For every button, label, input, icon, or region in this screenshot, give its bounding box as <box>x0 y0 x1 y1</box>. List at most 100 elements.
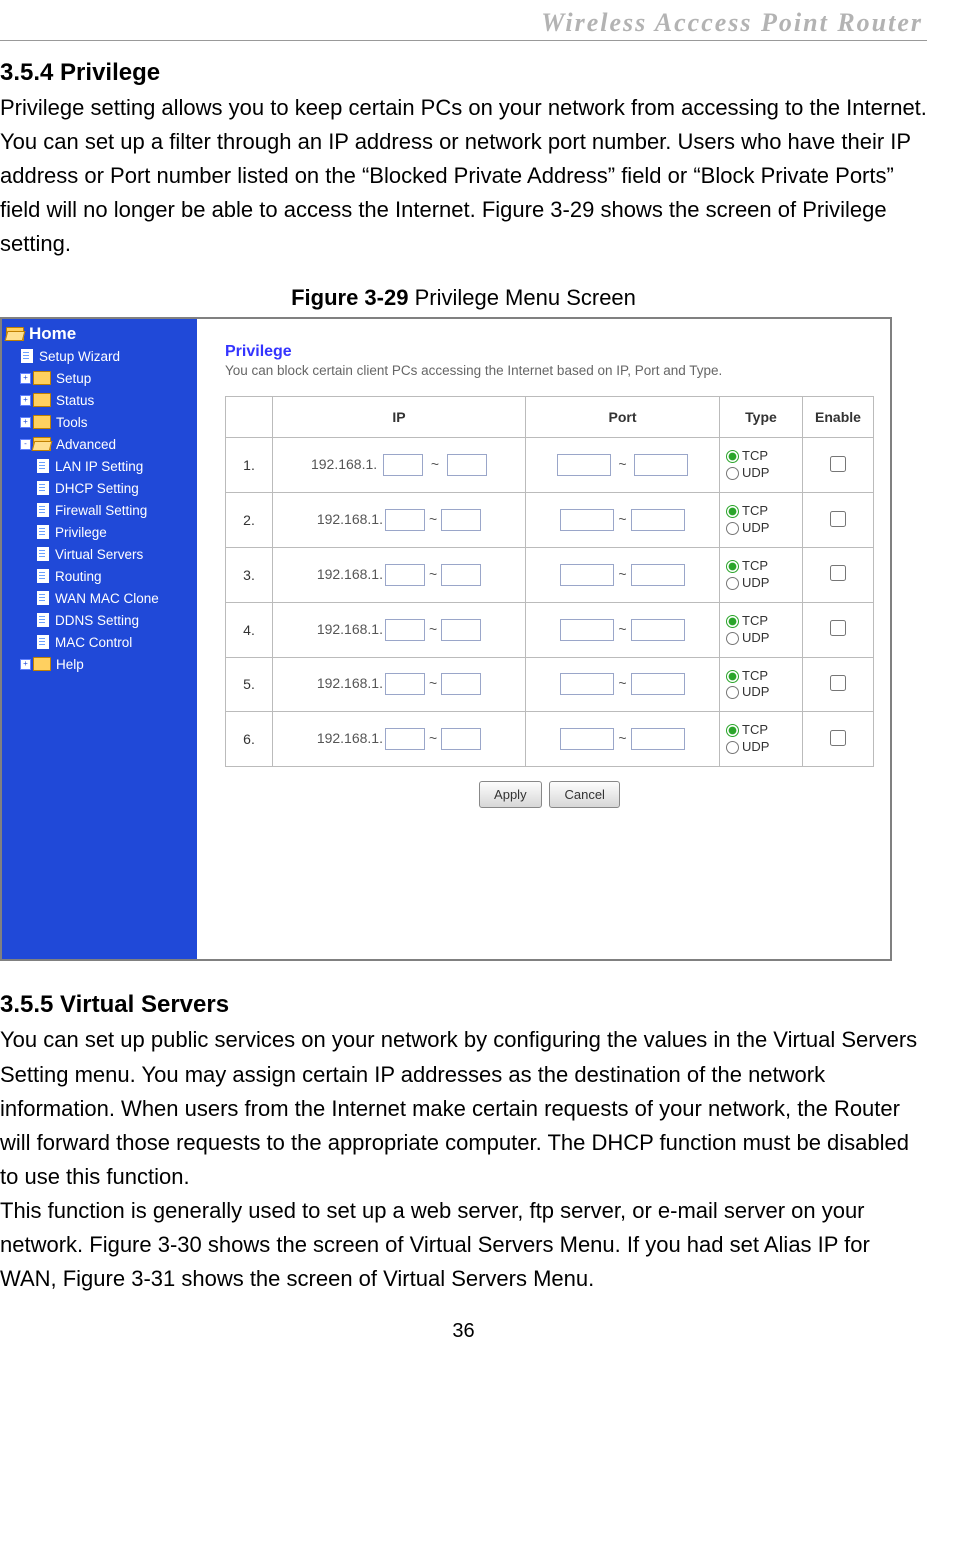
tree-item-label: Status <box>56 393 94 408</box>
type-udp-option[interactable]: UDP <box>726 739 796 756</box>
type-tcp-option[interactable]: TCP <box>726 613 796 630</box>
tree-item-firewall-setting[interactable]: Firewall Setting <box>2 499 197 521</box>
ip-cell: 192.168.1.~ <box>273 493 526 548</box>
ip-prefix: 192.168.1. <box>317 566 383 582</box>
ip-end-input[interactable] <box>441 728 481 750</box>
tree-item-routing[interactable]: Routing <box>2 565 197 587</box>
enable-checkbox[interactable] <box>830 730 846 746</box>
port-end-input[interactable] <box>634 454 688 476</box>
port-end-input[interactable] <box>631 619 685 641</box>
tree-item-dhcp-setting[interactable]: DHCP Setting <box>2 477 197 499</box>
type-tcp-radio[interactable] <box>726 560 739 573</box>
type-tcp-radio[interactable] <box>726 615 739 628</box>
enable-checkbox[interactable] <box>830 675 846 691</box>
type-udp-option[interactable]: UDP <box>726 630 796 647</box>
header-enable: Enable <box>803 397 874 438</box>
type-tcp-option[interactable]: TCP <box>726 722 796 739</box>
row-index: 2. <box>226 493 273 548</box>
page-number: 36 <box>0 1320 927 1343</box>
ip-end-input[interactable] <box>441 509 481 531</box>
type-cell: TCPUDP <box>720 548 803 603</box>
type-tcp-label: TCP <box>742 613 768 630</box>
port-start-input[interactable] <box>560 673 614 695</box>
tree-item-label: DDNS Setting <box>55 613 139 628</box>
tree-item-label: LAN IP Setting <box>55 459 143 474</box>
port-start-input[interactable] <box>560 728 614 750</box>
tree-item-virtual-servers[interactable]: Virtual Servers <box>2 543 197 565</box>
tree-item-setup-wizard[interactable]: Setup Wizard <box>2 345 197 367</box>
type-tcp-radio[interactable] <box>726 505 739 518</box>
port-start-input[interactable] <box>560 619 614 641</box>
ip-cell: 192.168.1.~ <box>273 657 526 712</box>
tree-item-label: WAN MAC Clone <box>55 591 159 606</box>
tree-item-lan-ip-setting[interactable]: LAN IP Setting <box>2 455 197 477</box>
type-tcp-label: TCP <box>742 668 768 685</box>
tree-item-help[interactable]: + Help <box>2 653 197 675</box>
enable-checkbox[interactable] <box>830 565 846 581</box>
tree-root-home[interactable]: Home <box>2 323 197 345</box>
ip-start-input[interactable] <box>385 509 425 531</box>
section-3-5-4-body: Privilege setting allows you to keep cer… <box>0 91 927 261</box>
collapse-icon[interactable]: - <box>20 439 31 450</box>
port-cell: ~ <box>525 548 719 603</box>
page-icon <box>36 458 50 474</box>
ip-start-input[interactable] <box>385 564 425 586</box>
type-tcp-radio[interactable] <box>726 450 739 463</box>
port-end-input[interactable] <box>631 728 685 750</box>
expand-icon[interactable]: + <box>20 659 31 670</box>
type-udp-radio[interactable] <box>726 467 739 480</box>
type-tcp-radio[interactable] <box>726 670 739 683</box>
type-tcp-label: TCP <box>742 722 768 739</box>
ip-start-input[interactable] <box>383 454 423 476</box>
tree-item-advanced[interactable]: - Advanced <box>2 433 197 455</box>
port-cell: ~ <box>525 712 719 767</box>
ip-prefix: 192.168.1. <box>317 511 383 527</box>
type-udp-option[interactable]: UDP <box>726 575 796 592</box>
ip-cell: 192.168.1. ~ <box>273 438 526 493</box>
expand-icon[interactable]: + <box>20 395 31 406</box>
enable-checkbox[interactable] <box>830 620 846 636</box>
apply-button[interactable]: Apply <box>479 781 542 808</box>
type-udp-option[interactable]: UDP <box>726 465 796 482</box>
port-start-input[interactable] <box>560 564 614 586</box>
type-udp-radio[interactable] <box>726 577 739 590</box>
table-row: 2. 192.168.1.~ ~ TCPUDP <box>226 493 874 548</box>
ip-start-input[interactable] <box>385 619 425 641</box>
type-udp-radio[interactable] <box>726 522 739 535</box>
type-udp-option[interactable]: UDP <box>726 520 796 537</box>
cancel-button[interactable]: Cancel <box>549 781 619 808</box>
port-end-input[interactable] <box>631 509 685 531</box>
ip-start-input[interactable] <box>385 673 425 695</box>
enable-checkbox[interactable] <box>830 456 846 472</box>
type-udp-radio[interactable] <box>726 686 739 699</box>
tree-item-setup[interactable]: + Setup <box>2 367 197 389</box>
port-cell: ~ <box>525 602 719 657</box>
enable-checkbox[interactable] <box>830 511 846 527</box>
tree-item-ddns-setting[interactable]: DDNS Setting <box>2 609 197 631</box>
port-end-input[interactable] <box>631 673 685 695</box>
ip-end-input[interactable] <box>441 673 481 695</box>
tree-item-wan-mac-clone[interactable]: WAN MAC Clone <box>2 587 197 609</box>
tree-item-status[interactable]: + Status <box>2 389 197 411</box>
tree-item-mac-control[interactable]: MAC Control <box>2 631 197 653</box>
type-tcp-radio[interactable] <box>726 724 739 737</box>
port-start-input[interactable] <box>557 454 611 476</box>
type-tcp-option[interactable]: TCP <box>726 503 796 520</box>
expand-icon[interactable]: + <box>20 373 31 384</box>
expand-icon[interactable]: + <box>20 417 31 428</box>
type-udp-option[interactable]: UDP <box>726 684 796 701</box>
ip-end-input[interactable] <box>447 454 487 476</box>
tree-item-tools[interactable]: + Tools <box>2 411 197 433</box>
ip-end-input[interactable] <box>441 564 481 586</box>
port-end-input[interactable] <box>631 564 685 586</box>
type-udp-radio[interactable] <box>726 632 739 645</box>
tree-item-privilege[interactable]: Privilege <box>2 521 197 543</box>
type-tcp-option[interactable]: TCP <box>726 558 796 575</box>
port-start-input[interactable] <box>560 509 614 531</box>
ip-end-input[interactable] <box>441 619 481 641</box>
type-udp-radio[interactable] <box>726 741 739 754</box>
page-icon <box>20 348 34 364</box>
type-tcp-option[interactable]: TCP <box>726 448 796 465</box>
type-tcp-option[interactable]: TCP <box>726 668 796 685</box>
ip-start-input[interactable] <box>385 728 425 750</box>
